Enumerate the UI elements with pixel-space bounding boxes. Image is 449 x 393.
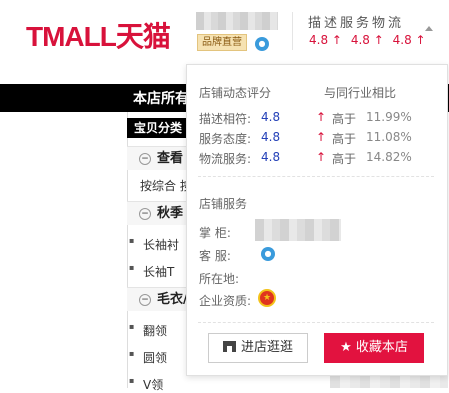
nav-all-products[interactable]: 本店所有: [133, 88, 189, 108]
category-header: 宝贝分类: [127, 118, 189, 138]
category-group[interactable]: − 查看: [127, 146, 189, 170]
arrow-up-icon: ↑: [316, 150, 327, 164]
divider: [198, 176, 434, 177]
brand-direct-badge: 品牌直营: [197, 34, 247, 51]
score-desc: 4.8 ↑: [309, 33, 342, 47]
rating-value: 4.8: [261, 130, 281, 144]
rating-label: 描述相符:: [199, 112, 252, 126]
score-service: 4.8 ↑: [350, 33, 384, 47]
license-label: 企业资质:: [199, 294, 252, 308]
rating-label: 物流服务:: [199, 152, 252, 166]
divider: [198, 322, 434, 323]
visit-store-button[interactable]: 进店逛逛: [208, 333, 308, 363]
compare-title: 与同行业相比: [324, 86, 397, 100]
service-title: 店铺服务: [199, 197, 248, 211]
category-item[interactable]: 圆领: [129, 349, 167, 366]
category-item[interactable]: 翻领: [129, 322, 167, 339]
tmall-logo[interactable]: TMALL天猫: [26, 15, 171, 55]
score-summary: 4.8 ↑ 4.8 ↑ 4.8 ↑: [309, 33, 431, 47]
collapse-icon[interactable]: −: [139, 152, 151, 165]
category-item[interactable]: V领: [129, 376, 163, 393]
compare-text: 高于: [332, 132, 357, 146]
shop-name-blurred[interactable]: [196, 12, 278, 30]
rating-title: 店铺动态评分: [199, 86, 272, 100]
location-label: 所在地:: [199, 272, 240, 286]
compare-text: 高于: [332, 112, 357, 126]
category-group[interactable]: − 秋季: [127, 201, 189, 225]
store-icon: [222, 341, 236, 352]
score-title: 描述服务物流: [308, 16, 405, 31]
category-item[interactable]: 长袖T: [129, 263, 174, 280]
favorite-store-button[interactable]: ★ 收藏本店: [324, 333, 424, 363]
collapse-icon[interactable]: −: [139, 293, 151, 306]
header-divider: [292, 12, 293, 50]
rating-value: 4.8: [261, 110, 281, 124]
keeper-name-blurred[interactable]: [255, 219, 341, 241]
category-group[interactable]: − 毛衣/: [127, 287, 189, 311]
compare-percent: 11.99%: [366, 110, 412, 124]
arrow-up-icon: ↑: [316, 130, 327, 144]
keeper-label: 掌 柜:: [199, 226, 231, 240]
compare-percent: 14.82%: [366, 150, 412, 164]
caret-up-icon[interactable]: [425, 26, 433, 31]
collapse-icon[interactable]: −: [139, 207, 151, 220]
score-logistics: 4.8 ↑: [392, 33, 426, 47]
cs-label: 客 服:: [199, 249, 231, 263]
arrow-up-icon: ↑: [316, 110, 327, 124]
rating-label: 服务态度:: [199, 132, 252, 146]
wangwang-chat-icon[interactable]: ●: [255, 37, 269, 51]
business-license-icon[interactable]: ★: [258, 289, 276, 307]
compare-percent: 11.08%: [366, 130, 412, 144]
rating-value: 4.8: [261, 150, 281, 164]
category-item[interactable]: 长袖衬: [129, 236, 179, 253]
sort-options[interactable]: 按综合 按: [140, 177, 192, 194]
wangwang-chat-icon[interactable]: ●: [261, 247, 275, 261]
star-icon: ★: [340, 340, 352, 355]
compare-text: 高于: [332, 152, 357, 166]
